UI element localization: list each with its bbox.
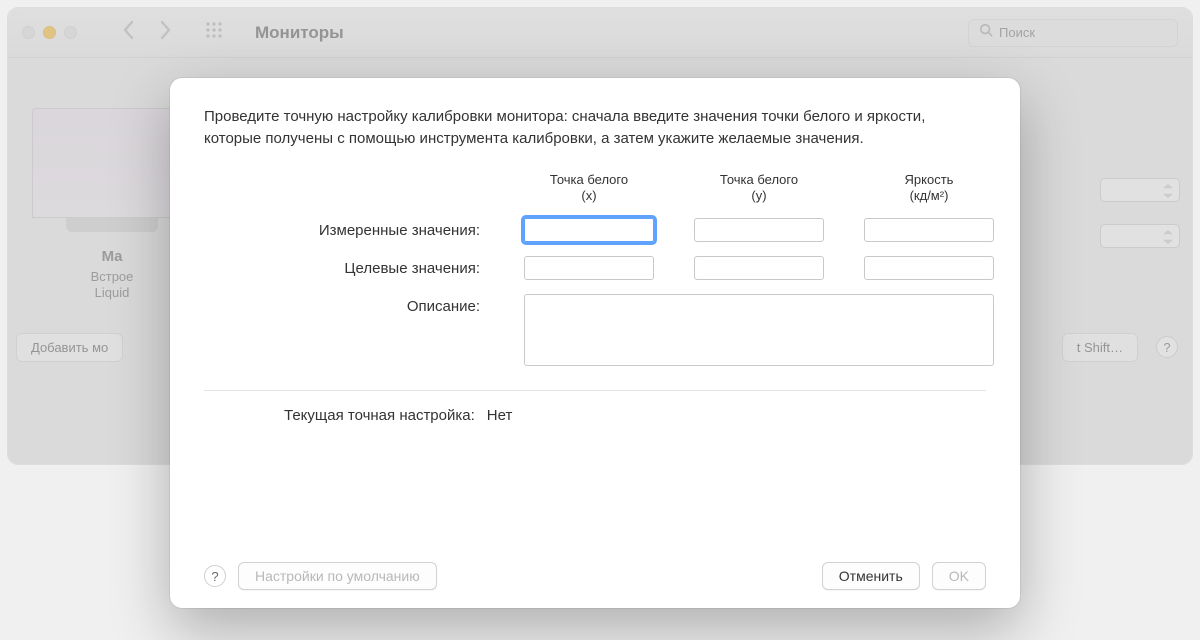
- titlebar: Мониторы: [8, 8, 1192, 58]
- show-all-icon[interactable]: [205, 21, 223, 44]
- description-area: [524, 294, 994, 370]
- search-field[interactable]: [968, 19, 1178, 47]
- forward-button[interactable]: [157, 20, 173, 45]
- search-input[interactable]: [999, 25, 1167, 40]
- defaults-button[interactable]: Настройки по умолчанию: [238, 562, 437, 590]
- zoom-window-button[interactable]: [64, 26, 77, 39]
- help-button[interactable]: ?: [204, 565, 226, 587]
- window-title: Мониторы: [255, 23, 344, 43]
- column-white-x-header: Точка белого (x): [524, 172, 654, 204]
- night-shift-button[interactable]: t Shift…: [1062, 333, 1138, 362]
- help-button-bg[interactable]: ?: [1156, 336, 1178, 358]
- ok-button[interactable]: OK: [932, 562, 986, 590]
- select-2[interactable]: [1100, 224, 1180, 248]
- target-white-y-input[interactable]: [694, 256, 824, 280]
- monitor-stand: [66, 218, 158, 232]
- column-luminance-header: Яркость (кд/м²): [864, 172, 994, 204]
- sheet-footer: ? Настройки по умолчанию Отменить OK: [204, 562, 986, 590]
- target-white-x-input[interactable]: [524, 256, 654, 280]
- minimize-window-button[interactable]: [43, 26, 56, 39]
- current-tuning-row: Текущая точная настройка: Нет: [284, 407, 986, 424]
- right-column: [1100, 178, 1180, 248]
- calibration-sheet: Проведите точную настройку калибровки мо…: [170, 78, 1020, 608]
- select-1[interactable]: [1100, 178, 1180, 202]
- current-tuning-value: Нет: [487, 407, 513, 424]
- column-white-y-header: Точка белого (y): [694, 172, 824, 204]
- close-window-button[interactable]: [22, 26, 35, 39]
- target-luminance-input[interactable]: [864, 256, 994, 280]
- add-display-button[interactable]: Добавить мо: [16, 333, 123, 362]
- separator: [204, 390, 986, 391]
- monitor-thumbnail: [32, 108, 192, 218]
- measured-white-x-input[interactable]: [524, 218, 654, 242]
- monitor-sub2: Liquid: [32, 285, 192, 301]
- search-icon: [979, 23, 993, 42]
- measured-white-y-input[interactable]: [694, 218, 824, 242]
- measured-luminance-input[interactable]: [864, 218, 994, 242]
- target-label: Целевые значения:: [204, 260, 484, 277]
- monitor-labels: Ma Встрое Liquid: [32, 248, 192, 301]
- cancel-button[interactable]: Отменить: [822, 562, 920, 590]
- description-textarea[interactable]: [524, 294, 994, 366]
- nav-arrows: [121, 20, 173, 45]
- description-label: Описание:: [204, 294, 484, 315]
- current-tuning-label: Текущая точная настройка:: [284, 407, 475, 424]
- window-controls: [22, 26, 77, 39]
- monitor-sub1: Встрое: [32, 269, 192, 285]
- monitor-name: Ma: [32, 248, 192, 265]
- back-button[interactable]: [121, 20, 137, 45]
- measured-label: Измеренные значения:: [204, 222, 484, 239]
- calibration-grid: Точка белого (x) Точка белого (y) Яркост…: [204, 172, 986, 370]
- instruction-text: Проведите точную настройку калибровки мо…: [204, 106, 986, 150]
